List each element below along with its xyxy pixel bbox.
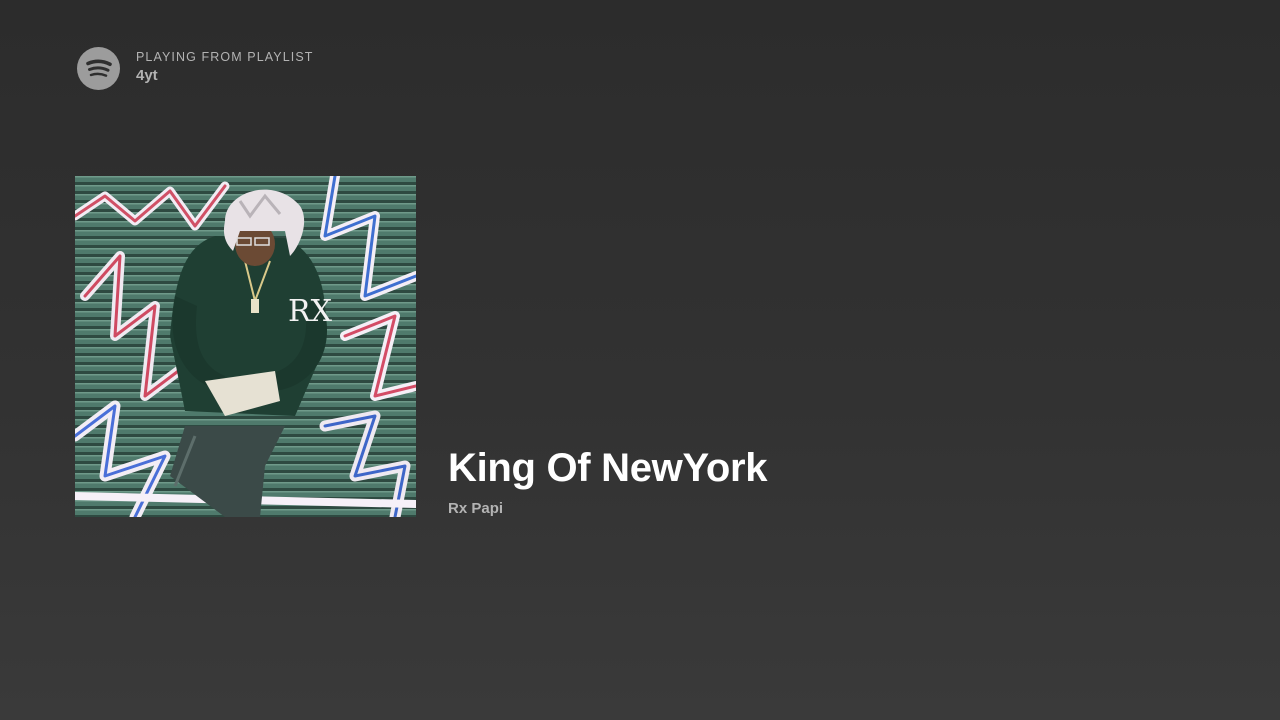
context-text: PLAYING FROM PLAYLIST 4yt [136, 49, 314, 87]
shirt-logo-text: RX [288, 294, 333, 329]
context-label: PLAYING FROM PLAYLIST [136, 49, 314, 64]
track-artist[interactable]: Rx Papi [448, 499, 767, 519]
album-cover: RX [75, 176, 416, 517]
track-info: King Of NewYork Rx Papi [448, 443, 768, 519]
playlist-name[interactable]: 4yt [136, 65, 314, 87]
track-title[interactable]: King Of NewYork [448, 443, 768, 493]
spotify-logo-icon [77, 47, 120, 90]
playing-context: PLAYING FROM PLAYLIST 4yt [77, 47, 314, 90]
